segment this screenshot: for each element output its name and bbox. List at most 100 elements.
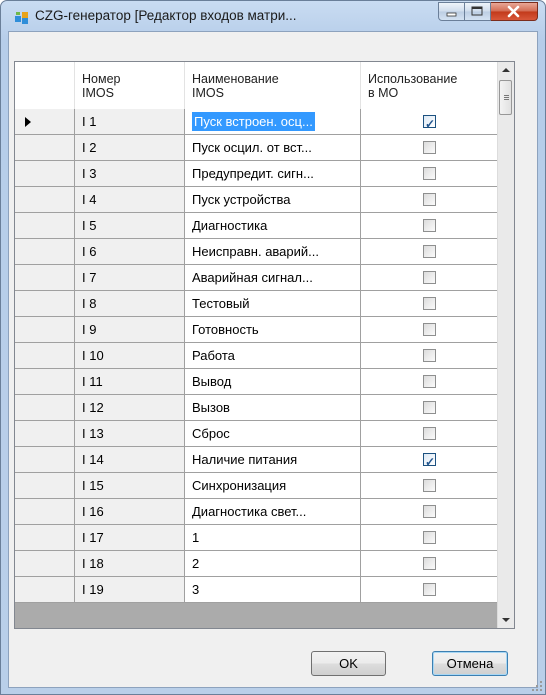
cell-name[interactable]: Наличие питания bbox=[185, 447, 361, 473]
cell-name[interactable]: 1 bbox=[185, 525, 361, 551]
row-header[interactable] bbox=[15, 525, 75, 551]
cell-number[interactable]: I 17 bbox=[75, 525, 185, 551]
table-row[interactable]: I 19 3 bbox=[15, 577, 499, 603]
row-header[interactable] bbox=[15, 161, 75, 187]
cell-name[interactable]: Работа bbox=[185, 343, 361, 369]
table-row[interactable]: I 12 Вызов bbox=[15, 395, 499, 421]
cell-number[interactable]: I 11 bbox=[75, 369, 185, 395]
maximize-button[interactable] bbox=[465, 2, 491, 21]
cell-number[interactable]: I 7 bbox=[75, 265, 185, 291]
cell-number[interactable]: I 1 bbox=[75, 109, 185, 135]
table-row[interactable]: I 4 Пуск устройства bbox=[15, 187, 499, 213]
row-header[interactable] bbox=[15, 135, 75, 161]
cell-number[interactable]: I 2 bbox=[75, 135, 185, 161]
use-checkbox[interactable] bbox=[423, 450, 436, 472]
inputs-grid[interactable]: Номер IMOS Наименование IMOS Использован… bbox=[14, 61, 515, 629]
column-header-use[interactable]: Использование в МО bbox=[361, 62, 499, 109]
table-row[interactable]: I 3 Предупредит. сигн... bbox=[15, 161, 499, 187]
cell-number[interactable]: I 6 bbox=[75, 239, 185, 265]
row-header[interactable] bbox=[15, 499, 75, 525]
use-checkbox[interactable] bbox=[423, 297, 436, 310]
cell-number[interactable]: I 13 bbox=[75, 421, 185, 447]
cell-name[interactable]: Неисправн. аварий... bbox=[185, 239, 361, 265]
row-header[interactable] bbox=[15, 291, 75, 317]
cell-name[interactable]: Пуск встроен. осц... bbox=[185, 109, 361, 135]
use-checkbox[interactable] bbox=[423, 245, 436, 258]
use-checkbox[interactable] bbox=[423, 141, 436, 154]
cell-name[interactable]: Диагностика bbox=[185, 213, 361, 239]
cell-name[interactable]: Пуск устройства bbox=[185, 187, 361, 213]
use-checkbox[interactable] bbox=[423, 271, 436, 284]
cell-number[interactable]: I 4 bbox=[75, 187, 185, 213]
table-row[interactable]: I 18 2 bbox=[15, 551, 499, 577]
use-checkbox[interactable] bbox=[423, 193, 436, 206]
cell-number[interactable]: I 5 bbox=[75, 213, 185, 239]
row-header[interactable] bbox=[15, 369, 75, 395]
cell-name[interactable]: 3 bbox=[185, 577, 361, 603]
table-row[interactable]: I 7 Аварийная сигнал... bbox=[15, 265, 499, 291]
table-row[interactable]: I 9 Готовность bbox=[15, 317, 499, 343]
vertical-scrollbar[interactable] bbox=[497, 62, 514, 628]
use-checkbox[interactable] bbox=[423, 112, 436, 134]
cell-number[interactable]: I 10 bbox=[75, 343, 185, 369]
table-row[interactable]: I 13 Сброс bbox=[15, 421, 499, 447]
table-row[interactable]: I 2 Пуск осцил. от вст... bbox=[15, 135, 499, 161]
row-header[interactable] bbox=[15, 421, 75, 447]
use-checkbox[interactable] bbox=[423, 583, 436, 596]
cell-number[interactable]: I 16 bbox=[75, 499, 185, 525]
use-checkbox[interactable] bbox=[423, 219, 436, 232]
table-row[interactable]: I 10 Работа bbox=[15, 343, 499, 369]
row-header[interactable] bbox=[15, 265, 75, 291]
cell-number[interactable]: I 8 bbox=[75, 291, 185, 317]
row-header[interactable] bbox=[15, 317, 75, 343]
cell-name[interactable]: Вызов bbox=[185, 395, 361, 421]
use-checkbox[interactable] bbox=[423, 323, 436, 336]
size-grip-icon[interactable] bbox=[531, 680, 543, 692]
cell-name[interactable]: Аварийная сигнал... bbox=[185, 265, 361, 291]
cancel-button[interactable]: Отмена bbox=[432, 651, 508, 676]
cell-number[interactable]: I 3 bbox=[75, 161, 185, 187]
row-header[interactable] bbox=[15, 187, 75, 213]
cell-name[interactable]: Диагностика свет... bbox=[185, 499, 361, 525]
use-checkbox[interactable] bbox=[423, 427, 436, 440]
cell-name[interactable]: Пуск осцил. от вст... bbox=[185, 135, 361, 161]
row-header[interactable] bbox=[15, 473, 75, 499]
column-header-name[interactable]: Наименование IMOS bbox=[185, 62, 361, 109]
use-checkbox[interactable] bbox=[423, 375, 436, 388]
row-header[interactable] bbox=[15, 343, 75, 369]
use-checkbox[interactable] bbox=[423, 401, 436, 414]
column-header-number[interactable]: Номер IMOS bbox=[75, 62, 185, 109]
ok-button[interactable]: OK bbox=[311, 651, 386, 676]
cell-number[interactable]: I 14 bbox=[75, 447, 185, 473]
row-header[interactable] bbox=[15, 239, 75, 265]
cell-name[interactable]: Синхронизация bbox=[185, 473, 361, 499]
table-row[interactable]: I 11 Вывод bbox=[15, 369, 499, 395]
use-checkbox[interactable] bbox=[423, 349, 436, 362]
row-header[interactable] bbox=[15, 577, 75, 603]
cell-number[interactable]: I 19 bbox=[75, 577, 185, 603]
cell-name[interactable]: Готовность bbox=[185, 317, 361, 343]
close-button[interactable] bbox=[491, 2, 538, 21]
table-row[interactable]: I 6 Неисправн. аварий... bbox=[15, 239, 499, 265]
use-checkbox[interactable] bbox=[423, 557, 436, 570]
scroll-up-icon[interactable] bbox=[498, 62, 514, 79]
cell-number[interactable]: I 9 bbox=[75, 317, 185, 343]
scrollbar-thumb[interactable] bbox=[499, 80, 512, 115]
table-row[interactable]: I 14 Наличие питания bbox=[15, 447, 499, 473]
row-header[interactable] bbox=[15, 551, 75, 577]
use-checkbox[interactable] bbox=[423, 531, 436, 544]
row-header[interactable] bbox=[15, 447, 75, 473]
table-row[interactable]: I 5 Диагностика bbox=[15, 213, 499, 239]
title-bar[interactable]: CZG-генератор [Редактор входов матри... bbox=[1, 1, 545, 31]
table-row[interactable]: I 15 Синхронизация bbox=[15, 473, 499, 499]
use-checkbox[interactable] bbox=[423, 479, 436, 492]
row-header[interactable] bbox=[15, 109, 75, 135]
cell-number[interactable]: I 12 bbox=[75, 395, 185, 421]
row-header[interactable] bbox=[15, 213, 75, 239]
cell-name[interactable]: Тестовый bbox=[185, 291, 361, 317]
use-checkbox[interactable] bbox=[423, 505, 436, 518]
cell-name[interactable]: Сброс bbox=[185, 421, 361, 447]
cell-name[interactable]: Вывод bbox=[185, 369, 361, 395]
cell-name[interactable]: Предупредит. сигн... bbox=[185, 161, 361, 187]
minimize-button[interactable] bbox=[438, 2, 465, 21]
